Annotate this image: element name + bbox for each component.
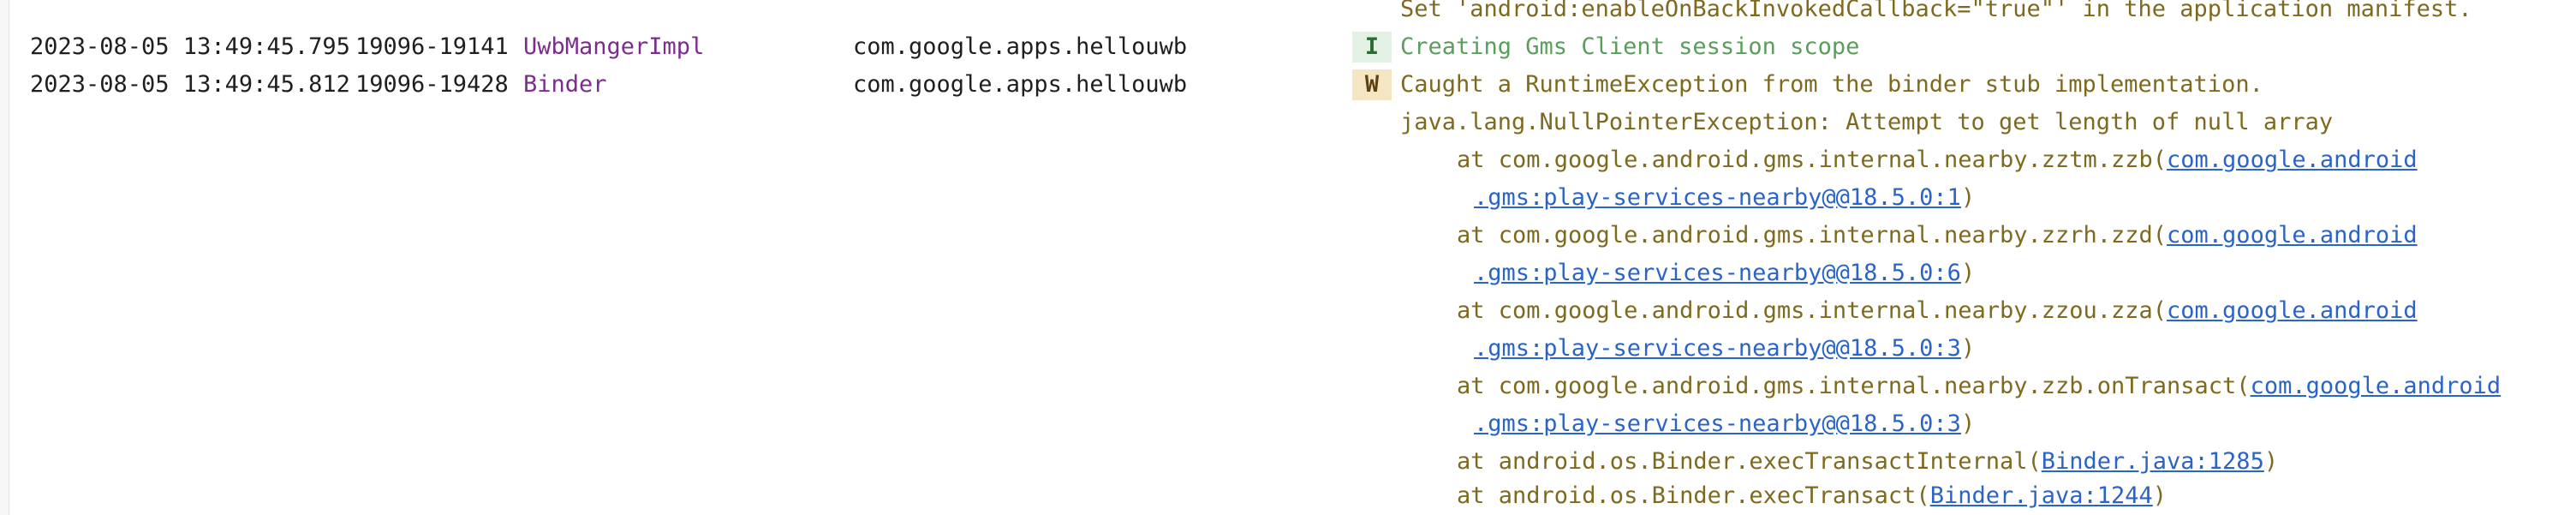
source-link[interactable]: com.google.android — [2167, 222, 2418, 249]
previous-message-tail: Set 'android:enableOnBackInvokedCallback… — [1400, 0, 2472, 22]
source-link[interactable]: com.google.android — [2167, 147, 2418, 173]
log-package: com.google.apps.hellouwb — [853, 33, 1188, 60]
stack-frame-continuation: .gms:play-services-nearby@@18.5.0:6) — [9, 255, 2576, 292]
logcat-view[interactable]: Set 'android:enableOnBackInvokedCallback… — [9, 0, 2576, 515]
log-tag: UwbMangerImpl — [523, 33, 705, 60]
log-level-badge: I — [1352, 32, 1392, 63]
stack-frame: at com.google.android.gms.internal.nearb… — [9, 141, 2576, 179]
exception-line: java.lang.NullPointerException: Attempt … — [9, 104, 2576, 141]
log-level-badge: W — [1352, 69, 1392, 100]
log-package: com.google.apps.hellouwb — [853, 71, 1188, 98]
log-message: Caught a RuntimeException from the binde… — [1400, 71, 2263, 98]
stack-frame-continuation: .gms:play-services-nearby@@18.5.0:3) — [9, 405, 2576, 443]
stack-frame-text: .gms:play-services-nearby@@18.5.0:3) — [1474, 410, 1976, 437]
stack-frame-text: .gms:play-services-nearby@@18.5.0:3) — [1474, 335, 1976, 362]
stack-frame-text: .gms:play-services-nearby@@18.5.0:6) — [1474, 260, 1976, 286]
log-pid-tid: 19096-19141 — [355, 33, 509, 60]
stack-frame-continuation: .gms:play-services-nearby@@18.5.0:1) — [9, 179, 2576, 217]
log-timestamp: 2023-08-05 13:49:45.795 — [30, 33, 350, 60]
stack-frame-text: at android.os.Binder.execTransact(Binder… — [1457, 482, 2168, 509]
source-link[interactable]: Binder.java:1244 — [1930, 482, 2153, 509]
stack-frame-text: .gms:play-services-nearby@@18.5.0:1) — [1474, 184, 1976, 211]
stack-frame: at android.os.Binder.execTransact(Binder… — [9, 477, 2576, 515]
log-pid-tid: 19096-19428 — [355, 71, 509, 98]
log-tag: Binder — [523, 71, 607, 98]
stack-frame-text: at com.google.android.gms.internal.nearb… — [1457, 147, 2418, 173]
previous-message-line: Set 'android:enableOnBackInvokedCallback… — [9, 0, 2576, 28]
stack-frame-text: at com.google.android.gms.internal.nearb… — [1457, 222, 2418, 249]
source-link[interactable]: Binder.java:1285 — [2042, 448, 2264, 475]
log-timestamp: 2023-08-05 13:49:45.812 — [30, 71, 350, 98]
log-entry-row[interactable]: 2023-08-05 13:49:45.795 19096-19141 UwbM… — [9, 28, 2576, 66]
log-message: Creating Gms Client session scope — [1400, 33, 1860, 60]
stack-frame: at com.google.android.gms.internal.nearb… — [9, 217, 2576, 255]
source-link[interactable]: com.google.android — [2251, 373, 2501, 399]
exception-text: java.lang.NullPointerException: Attempt … — [1400, 109, 2334, 135]
source-link[interactable]: .gms:play-services-nearby@@18.5.0:1 — [1474, 184, 1961, 211]
stack-frame: at android.os.Binder.execTransactInterna… — [9, 443, 2576, 481]
source-link[interactable]: .gms:play-services-nearby@@18.5.0:3 — [1474, 335, 1961, 362]
stack-frame-text: at com.google.android.gms.internal.nearb… — [1457, 297, 2418, 324]
source-link[interactable]: com.google.android — [2167, 297, 2418, 324]
stack-frame-continuation: .gms:play-services-nearby@@18.5.0:3) — [9, 330, 2576, 368]
stack-frame: at com.google.android.gms.internal.nearb… — [9, 368, 2576, 405]
source-link[interactable]: .gms:play-services-nearby@@18.5.0:3 — [1474, 410, 1961, 437]
stack-frame: at com.google.android.gms.internal.nearb… — [9, 292, 2576, 330]
source-link[interactable]: .gms:play-services-nearby@@18.5.0:6 — [1474, 260, 1961, 286]
editor-gutter — [0, 0, 9, 515]
log-entry-row[interactable]: 2023-08-05 13:49:45.812 19096-19428 Bind… — [9, 66, 2576, 104]
stack-frame-text: at com.google.android.gms.internal.nearb… — [1457, 373, 2501, 399]
stack-frame-text: at android.os.Binder.execTransactInterna… — [1457, 448, 2279, 475]
